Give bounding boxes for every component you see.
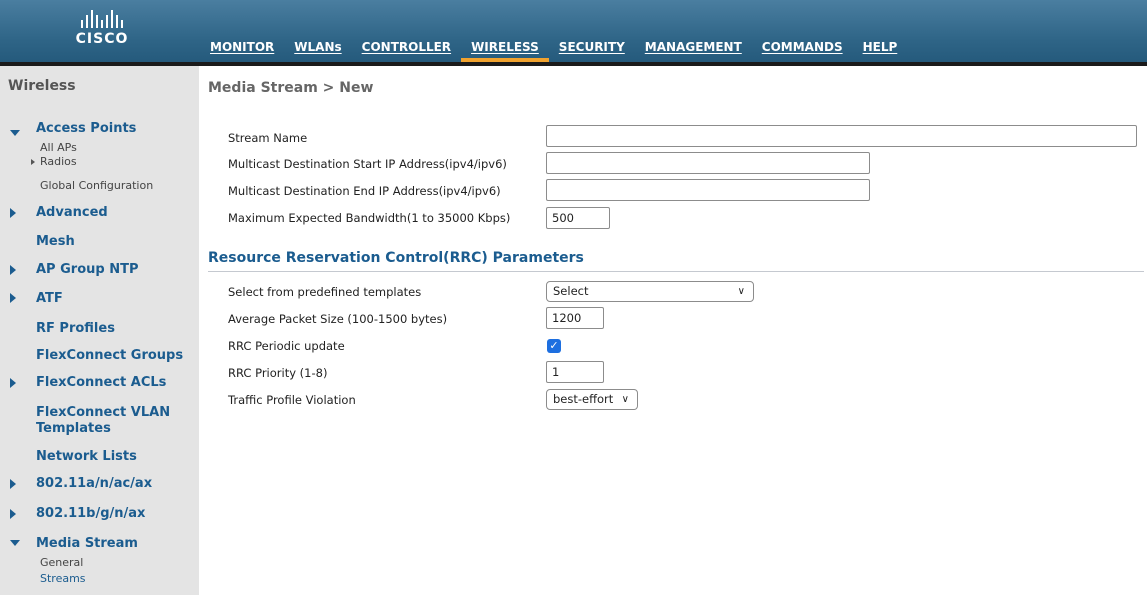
sidebar-item-mesh[interactable]: Mesh (36, 234, 75, 249)
nav-monitor[interactable]: MONITOR (200, 38, 284, 62)
sidebar-item-network-lists[interactable]: Network Lists (36, 449, 137, 464)
chevron-right-icon[interactable] (10, 208, 16, 218)
cisco-logo[interactable]: CISCO (62, 10, 142, 50)
sidebar-item-flexconnect-groups[interactable]: FlexConnect Groups (36, 348, 183, 363)
periodic-update-label: RRC Periodic update (228, 339, 345, 353)
violation-label: Traffic Profile Violation (228, 393, 356, 407)
sidebar-item-802-11b[interactable]: 802.11b/g/n/ax (36, 506, 145, 521)
sidebar-item-flexconnect-vlan-templates[interactable]: FlexConnect VLAN Templates (36, 405, 186, 437)
logo-bars-icon (62, 10, 142, 28)
chevron-down-icon[interactable] (10, 540, 20, 546)
nav-help[interactable]: HELP (853, 38, 908, 62)
nav-wireless[interactable]: WIRELESS (461, 38, 549, 62)
chevron-right-icon[interactable] (10, 509, 16, 519)
sidebar-item-media-stream[interactable]: Media Stream (36, 536, 138, 551)
template-select-value: Select (553, 284, 589, 298)
chevron-right-icon[interactable] (10, 293, 16, 303)
sidebar-item-ap-group-ntp[interactable]: AP Group NTP (36, 262, 139, 277)
template-label: Select from predefined templates (228, 285, 422, 299)
chevron-down-icon[interactable] (10, 130, 20, 136)
sidebar-title: Wireless (8, 78, 76, 94)
stream-name-field[interactable] (546, 125, 1137, 147)
sidebar-sub-radios[interactable]: Radios (40, 155, 77, 168)
chevron-down-icon: ∨ (621, 394, 629, 405)
priority-label: RRC Priority (1-8) (228, 366, 328, 380)
sidebar-item-advanced[interactable]: Advanced (36, 205, 108, 220)
violation-select-value: best-effort (553, 392, 614, 406)
priority-field[interactable] (546, 361, 604, 383)
violation-select[interactable]: best-effort ∨ (546, 389, 638, 410)
periodic-update-checkbox[interactable]: ✓ (547, 339, 561, 353)
bandwidth-field[interactable] (546, 207, 610, 229)
start-ip-label: Multicast Destination Start IP Address(i… (228, 157, 507, 171)
nav-security[interactable]: SECURITY (549, 38, 635, 62)
sidebar-item-access-points[interactable]: Access Points (36, 121, 136, 136)
page-title: Media Stream > New (208, 80, 374, 96)
nav-management[interactable]: MANAGEMENT (635, 38, 752, 62)
rrc-section-title: Resource Reservation Control(RRC) Parame… (208, 250, 584, 266)
top-bar: CISCO MONITOR WLANs CONTROLLER WIRELESS … (0, 0, 1147, 66)
section-divider (208, 271, 1144, 272)
packet-size-field[interactable] (546, 307, 604, 329)
nav-wlans[interactable]: WLANs (284, 38, 351, 62)
sidebar-item-flexconnect-acls[interactable]: FlexConnect ACLs (36, 375, 166, 390)
sidebar-sub-all-aps[interactable]: All APs (40, 141, 77, 154)
main-content: Media Stream > New Stream Name Multicast… (200, 66, 1147, 595)
main-nav: MONITOR WLANs CONTROLLER WIRELESS SECURI… (200, 38, 907, 62)
sidebar-sub-global-configuration[interactable]: Global Configuration (40, 179, 153, 192)
sidebar-sub-general[interactable]: General (40, 556, 83, 569)
end-ip-label: Multicast Destination End IP Address(ipv… (228, 184, 501, 198)
stream-name-label: Stream Name (228, 131, 308, 145)
end-ip-field[interactable] (546, 179, 870, 201)
nav-controller[interactable]: CONTROLLER (352, 38, 461, 62)
bandwidth-label: Maximum Expected Bandwidth(1 to 35000 Kb… (228, 211, 511, 225)
logo-text: CISCO (75, 31, 129, 47)
sidebar-item-rf-profiles[interactable]: RF Profiles (36, 321, 115, 336)
chevron-down-icon: ∨ (737, 286, 745, 297)
chevron-right-icon[interactable] (10, 378, 16, 388)
sidebar: Wireless Access Points All APs Radios Gl… (0, 66, 199, 595)
packet-size-label: Average Packet Size (100-1500 bytes) (228, 312, 448, 326)
start-ip-field[interactable] (546, 152, 870, 174)
nav-commands[interactable]: COMMANDS (752, 38, 853, 62)
sidebar-item-atf[interactable]: ATF (36, 291, 63, 306)
chevron-right-icon[interactable] (31, 159, 35, 165)
template-select[interactable]: Select ∨ (546, 281, 754, 302)
chevron-right-icon[interactable] (10, 265, 16, 275)
sidebar-sub-streams[interactable]: Streams (40, 572, 86, 585)
chevron-right-icon[interactable] (10, 479, 16, 489)
sidebar-item-802-11a[interactable]: 802.11a/n/ac/ax (36, 476, 152, 491)
